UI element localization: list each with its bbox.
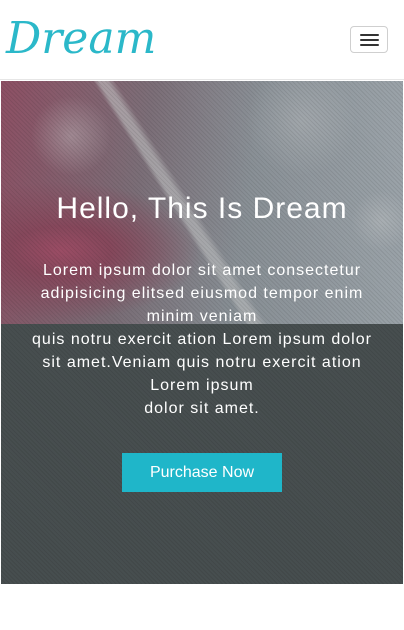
hero-paragraph: Lorem ipsum dolor sit amet consectetur a…: [31, 259, 373, 420]
menu-bar: [360, 34, 379, 36]
navbar: Dream: [0, 0, 404, 80]
hamburger-menu-icon[interactable]: [350, 26, 388, 53]
hero-section: Hello, This Is Dream Lorem ipsum dolor s…: [1, 81, 403, 584]
hero-paragraph-line: Lorem ipsum dolor sit amet consectetur a…: [40, 262, 364, 325]
purchase-now-button[interactable]: Purchase Now: [122, 453, 282, 492]
hero-paragraph-line: dolor sit amet.: [144, 400, 260, 417]
hero-paragraph-line: quis notru exercit ation Lorem ipsum dol…: [32, 331, 372, 394]
site-logo[interactable]: Dream: [6, 10, 156, 68]
hero-title: Hello, This Is Dream: [56, 192, 348, 225]
menu-bar: [360, 44, 379, 46]
menu-bar: [360, 39, 379, 41]
